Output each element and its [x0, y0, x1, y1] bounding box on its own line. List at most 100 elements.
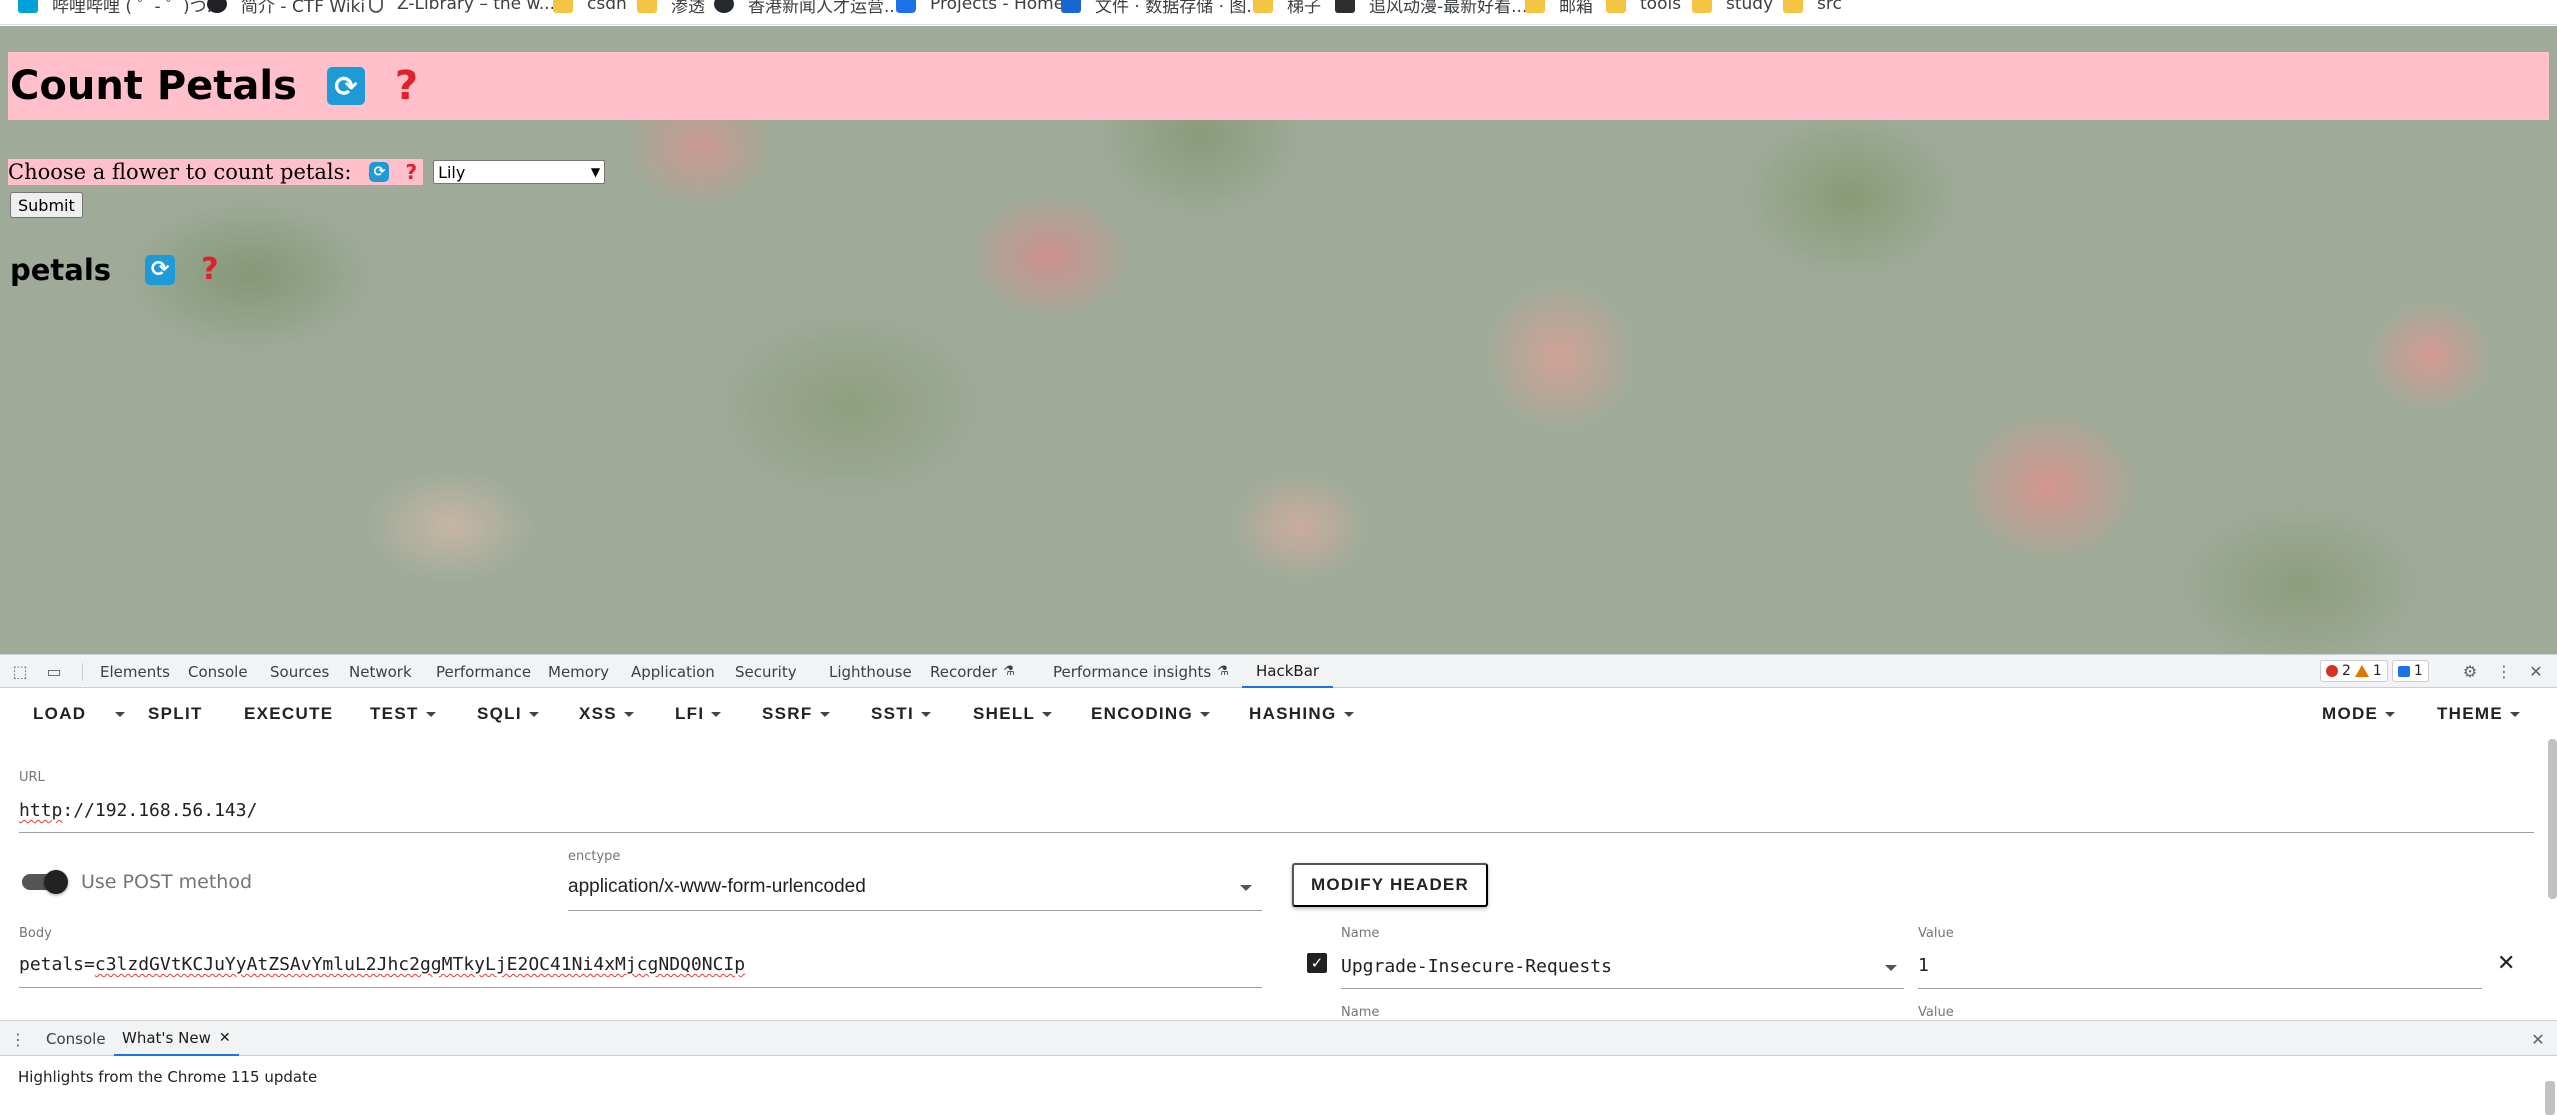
- tab-application[interactable]: Application: [631, 655, 715, 688]
- menu-execute[interactable]: EXECUTE: [244, 689, 333, 739]
- menu-shell[interactable]: SHELL: [973, 689, 1053, 739]
- caret-down-icon: [1200, 711, 1211, 717]
- bookmark-label: 梯子: [1287, 0, 1321, 17]
- hackbar-scrollbar[interactable]: [2548, 739, 2557, 899]
- bookmark-bilibili[interactable]: 哔哩哔哩 ( ゜- ゜)つ...: [18, 0, 223, 18]
- menu-xss[interactable]: XSS: [579, 689, 634, 739]
- drawer-tab-console[interactable]: Console: [46, 1021, 106, 1056]
- bookmark-tools[interactable]: tools: [1606, 0, 1681, 18]
- bookmark-anime[interactable]: 追风动漫-最新好看...: [1335, 0, 1527, 18]
- menu-theme[interactable]: THEME: [2437, 689, 2520, 739]
- tab-lighthouse[interactable]: Lighthouse: [829, 655, 912, 688]
- menu-label: SSRF: [762, 704, 813, 723]
- drawer-menu-icon[interactable]: ⋮: [8, 1029, 28, 1049]
- header-enabled-checkbox[interactable]: ✓: [1307, 953, 1327, 973]
- bookmark-docs[interactable]: 文件 · 数据存储 · 图...: [1061, 0, 1263, 18]
- close-icon[interactable]: ✕: [2526, 661, 2546, 681]
- tab-label: Console: [188, 662, 248, 681]
- device-toolbar-icon[interactable]: ▭: [44, 661, 64, 681]
- close-icon[interactable]: ✕: [219, 1030, 231, 1046]
- menu-label: SPLIT: [148, 704, 203, 723]
- bookmark-label: study: [1726, 0, 1774, 14]
- toolbar-divider: [82, 663, 83, 681]
- tab-label: Console: [46, 1029, 106, 1048]
- bookmark-news[interactable]: 香港新闻人才运营...: [714, 0, 900, 18]
- menu-split[interactable]: SPLIT: [148, 689, 203, 739]
- menu-hashing[interactable]: HASHING: [1249, 689, 1354, 739]
- menu-encoding[interactable]: ENCODING: [1091, 689, 1211, 739]
- menu-lfi[interactable]: LFI: [675, 689, 722, 739]
- menu-load-dropdown[interactable]: [108, 689, 125, 739]
- messages-counter[interactable]: 1: [2391, 660, 2429, 682]
- bookmark-label: Projects - Home: [930, 0, 1065, 14]
- caret-down-icon[interactable]: [1240, 885, 1252, 891]
- page-title: Count Petals: [10, 63, 297, 109]
- message-icon: [2397, 665, 2410, 677]
- bookmark-label: 简介 - CTF Wiki: [241, 0, 366, 17]
- tab-console[interactable]: Console: [188, 655, 248, 688]
- enctype-underline: [568, 910, 1262, 911]
- tab-label: Elements: [100, 662, 170, 681]
- caret-down-icon[interactable]: [1885, 965, 1897, 971]
- gear-icon[interactable]: ⚙: [2460, 661, 2480, 681]
- bookmark-ctf-wiki[interactable]: 简介 - CTF Wiki: [207, 0, 365, 18]
- tab-recorder[interactable]: Recorder ⚗: [930, 655, 1015, 688]
- caret-down-icon: [1042, 711, 1053, 717]
- menu-sqli[interactable]: SQLI: [477, 689, 539, 739]
- tab-hackbar[interactable]: HackBar: [1242, 655, 1334, 688]
- modify-header-button[interactable]: MODIFY HEADER: [1292, 863, 1488, 907]
- tab-network[interactable]: Network: [349, 655, 412, 688]
- url-input[interactable]: http://192.168.56.143/: [19, 800, 257, 821]
- caret-down-icon: [711, 711, 722, 717]
- inspect-element-icon[interactable]: ⬚: [10, 661, 30, 681]
- bookmark-label: csdn: [587, 0, 627, 14]
- header-value-label: Value: [1918, 926, 1954, 941]
- menu-mode[interactable]: MODE: [2322, 689, 2396, 739]
- body-input[interactable]: petals=c3lzdGVtKCJuYyAtZSAvYmluL2Jhc2ggM…: [19, 954, 745, 975]
- next-header-name-label: Name: [1341, 1005, 1380, 1020]
- enctype-select[interactable]: application/x-www-form-urlencoded: [568, 876, 866, 898]
- header-value-underline: [1918, 988, 2482, 989]
- drawer-tab-whats-new[interactable]: What's New ✕: [114, 1021, 239, 1056]
- errors-count: 2: [2342, 663, 2351, 679]
- url-scheme: http: [19, 800, 63, 821]
- bookmark-pentest[interactable]: 渗透: [637, 0, 705, 18]
- drawer-scrollbar[interactable]: [2545, 1081, 2555, 1115]
- ctf-wiki-icon: [207, 0, 227, 13]
- menu-test[interactable]: TEST: [370, 689, 436, 739]
- tab-memory[interactable]: Memory: [548, 655, 609, 688]
- menu-load[interactable]: LOAD: [33, 689, 86, 739]
- tab-security[interactable]: Security: [735, 655, 797, 688]
- post-method-toggle[interactable]: [22, 870, 68, 894]
- hackbar-toolbar: LOAD SPLIT EXECUTE TEST SQLI XSS LFI SSR…: [0, 689, 2557, 739]
- header-name-input[interactable]: Upgrade-Insecure-Requests: [1341, 956, 1612, 977]
- close-drawer-icon[interactable]: ✕: [2528, 1029, 2548, 1049]
- flower-select[interactable]: Lily ▼: [433, 160, 606, 184]
- bookmark-csdn[interactable]: csdn: [553, 0, 627, 18]
- issues-counters[interactable]: 21 1: [2320, 660, 2429, 682]
- tab-elements[interactable]: Elements: [100, 655, 170, 688]
- header-value-input[interactable]: 1: [1918, 955, 1929, 976]
- tab-performance[interactable]: Performance: [436, 655, 531, 688]
- form-label-wrap: Choose a flower to count petals: ⟳ ?: [8, 159, 424, 185]
- remove-header-icon[interactable]: ✕: [2497, 951, 2515, 976]
- body-key: petals=: [19, 954, 95, 975]
- folder-icon: [1525, 0, 1545, 13]
- submit-button[interactable]: Submit: [10, 192, 83, 218]
- bookmark-projects[interactable]: Projects - Home: [896, 0, 1064, 18]
- tab-performance-insights[interactable]: Performance insights ⚗: [1053, 655, 1229, 688]
- errors-counter[interactable]: 21: [2320, 660, 2388, 682]
- menu-ssrf[interactable]: SSRF: [762, 689, 830, 739]
- tab-sources[interactable]: Sources: [270, 655, 329, 688]
- bookmark-ladder[interactable]: 梯子: [1253, 0, 1321, 18]
- bookmarks-bar: 哔哩哔哩 ( ゜- ゜)つ... 简介 - CTF Wiki Z-Library…: [0, 0, 2557, 25]
- bookmark-mail[interactable]: 邮箱: [1525, 0, 1593, 18]
- tab-label: Application: [631, 662, 715, 681]
- menu-ssti[interactable]: SSTI: [871, 689, 931, 739]
- bookmark-src[interactable]: src: [1783, 0, 1842, 18]
- chevron-down-icon: ▼: [590, 165, 601, 179]
- bookmark-zlibrary[interactable]: Z-Library – the w...: [369, 0, 555, 18]
- more-options-icon[interactable]: ⋮: [2494, 661, 2514, 681]
- bookmark-study[interactable]: study: [1692, 0, 1773, 18]
- bilibili-icon: [18, 0, 38, 13]
